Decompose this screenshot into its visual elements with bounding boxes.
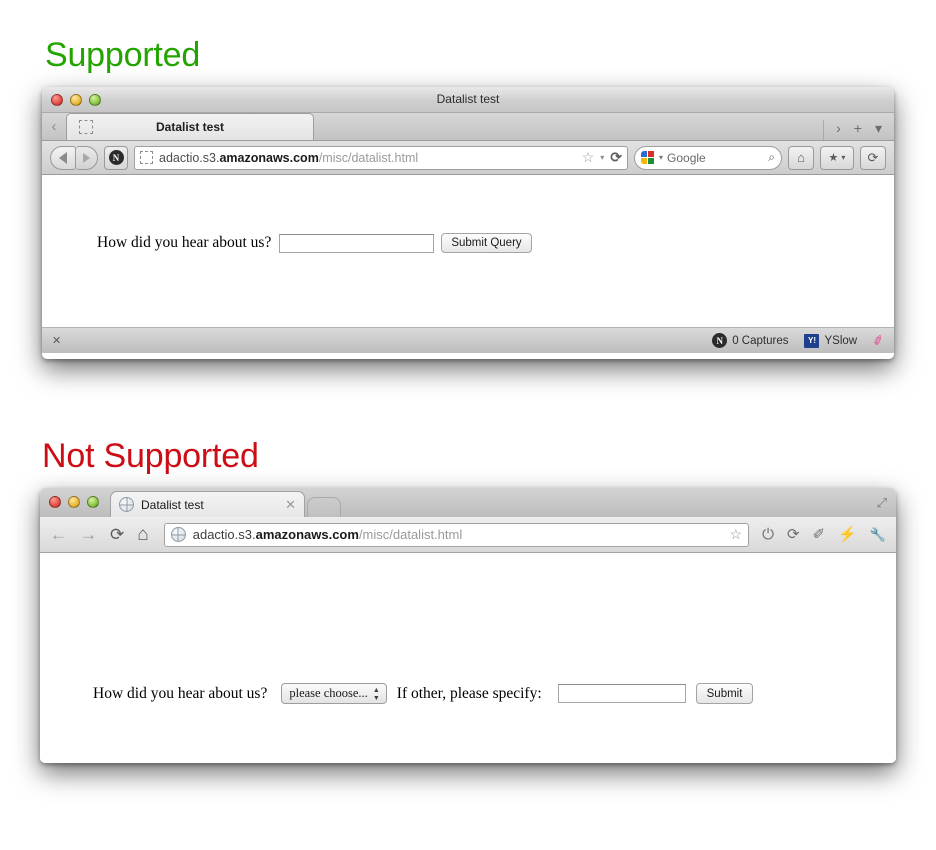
chrome-tabstrip: Datalist test ✕ ⤢ [40,488,896,517]
home-button[interactable]: ⌂ [788,145,814,170]
google-logo-icon [641,150,655,165]
new-tab-button[interactable] [307,497,341,517]
power-icon[interactable]: ⏻ [762,527,774,542]
firefox-browser-window: Datalist test › ‹ Datalist test › + ▾ N [42,87,894,359]
address-bar[interactable]: adactio.s3.amazonaws.com/misc/datalist.h… [134,145,628,170]
yslow-icon: Y! [804,333,820,348]
evernote-captures-status[interactable]: N 0 Captures [712,333,788,348]
submit-button[interactable]: Submit [695,683,754,704]
bolt-icon[interactable]: ⚡ [838,527,857,542]
chrome-browser-window: Datalist test ✕ ⤢ ← → ⟳ ⌂ adactio.s3.ama… [40,488,896,763]
back-arrow-icon [59,151,67,164]
heading-supported: Supported [45,36,201,74]
reload-icon[interactable]: ⟳ [610,149,622,166]
window-title: Datalist test [436,92,500,106]
zoom-window-button[interactable] [87,496,99,508]
chevron-down-icon[interactable]: ▾ [600,153,604,162]
bookmarks-button[interactable]: ★ ▾ [820,145,854,170]
wrench-icon[interactable]: 🔧 [870,528,886,541]
firefox-status-bar: ✕ N 0 Captures Y! YSlow ✐ [42,328,894,353]
back-arrow-icon[interactable]: ← [50,526,67,543]
star-icon[interactable]: ☆ [730,526,743,543]
page-root: Supported Datalist test › ‹ Datalist tes… [0,0,936,850]
select-arrows-icon: ▲ ▼ [372,685,380,702]
sync-button[interactable]: ⟳ [860,145,886,170]
broken-image-icon [79,120,93,134]
heading-not-supported: Not Supported [42,437,259,475]
broom-icon[interactable]: ✐ [871,331,887,350]
search-box[interactable]: ▾ Google ⌕ [634,145,782,170]
bookmark-star-icon: ★ [828,152,839,164]
evernote-icon: N [712,333,728,348]
submit-query-button[interactable]: Submit Query [441,233,532,253]
globe-icon [119,497,134,512]
fullscreen-icon[interactable]: ⤢ [877,495,887,511]
url-path: /misc/datalist.html [318,150,419,165]
firefox-page-content: How did you hear about us? Submit Query [42,175,894,328]
yslow-label: YSlow [824,334,858,347]
chrome-page-content: How did you hear about us? please choose… [40,553,896,761]
minimize-window-button[interactable] [68,496,80,508]
star-icon[interactable]: ☆ [582,149,595,166]
previous-tab-icon[interactable]: ‹ [42,112,66,140]
back-button[interactable] [50,145,76,170]
datalist-form: How did you hear about us? Submit Query [97,233,532,253]
url-domain: amazonaws.com [255,527,359,542]
yslow-status[interactable]: Y! YSlow [804,333,858,348]
home-icon: ⌂ [797,150,805,165]
globe-icon [170,527,186,542]
url-prefix: adactio.s3. [192,527,256,542]
address-bar-icons: ☆ ▾ ⟳ [582,149,622,166]
url-prefix: adactio.s3. [159,150,220,165]
forward-button[interactable] [76,145,98,170]
status-bar-addons: N 0 Captures Y! YSlow ✐ [712,331,887,350]
sync-icon: ⟳ [867,149,879,165]
list-all-tabs-icon[interactable]: › [836,121,841,135]
browser-tab[interactable]: Datalist test ✕ [110,491,305,517]
reload-icon[interactable]: ⟳ [110,526,124,543]
address-bar-url: adactio.s3.amazonaws.com/misc/datalist.h… [159,151,576,165]
search-input[interactable]: Google [667,151,764,165]
address-bar[interactable]: adactio.s3.amazonaws.com/misc/datalist.h… [163,522,750,547]
broken-image-icon [140,151,153,164]
close-tab-icon[interactable]: ✕ [285,497,296,513]
how-did-you-hear-select[interactable]: please choose... ▲ ▼ [281,683,387,704]
select-value: please choose... [289,686,368,700]
search-icon[interactable]: ⌕ [768,150,775,165]
url-domain: amazonaws.com [219,150,319,165]
close-window-button[interactable] [49,496,61,508]
question-label: How did you hear about us? [97,234,272,251]
chevron-down-icon[interactable]: ▾ [659,153,663,162]
evernote-icon: N [108,150,124,165]
firefox-navigation-toolbar: N adactio.s3.amazonaws.com/misc/datalist… [42,141,894,175]
browser-tab[interactable]: Datalist test [66,113,314,140]
url-path: /misc/datalist.html [358,527,463,542]
forward-arrow-icon [83,152,90,163]
chrome-toolbar: ← → ⟳ ⌂ adactio.s3.amazonaws.com/misc/da… [40,517,896,553]
chevron-down-icon: ▾ [841,153,846,162]
other-label: If other, please specify: [396,684,542,702]
question-label: How did you hear about us? [93,684,268,702]
close-icon[interactable]: ✕ [52,334,61,347]
firefox-tabstrip: › ‹ Datalist test › + ▾ [42,113,894,141]
browser-tab-label: Datalist test [141,497,204,512]
highlighter-icon[interactable]: ✐ [813,527,826,542]
how-did-you-hear-input[interactable] [279,233,435,253]
sync-icon[interactable]: ⟳ [787,527,800,542]
tabstrip-controls: › + ▾ [823,120,894,140]
home-icon[interactable]: ⌂ [137,525,148,544]
forward-arrow-icon[interactable]: → [80,526,97,543]
address-bar-url: adactio.s3.amazonaws.com/misc/datalist.h… [193,527,723,542]
captures-count: 0 Captures [732,334,789,347]
window-controls [49,496,99,508]
navigation-buttons [50,145,98,170]
fallback-form: How did you hear about us? please choose… [93,683,754,704]
evernote-clipper-button[interactable]: N [104,145,128,170]
new-tab-icon[interactable]: + [854,121,862,135]
firefox-titlebar: Datalist test [42,87,894,113]
chevron-down-icon[interactable]: ▾ [875,121,882,135]
browser-tab-label: Datalist test [155,120,225,134]
other-specify-input[interactable] [557,684,686,703]
